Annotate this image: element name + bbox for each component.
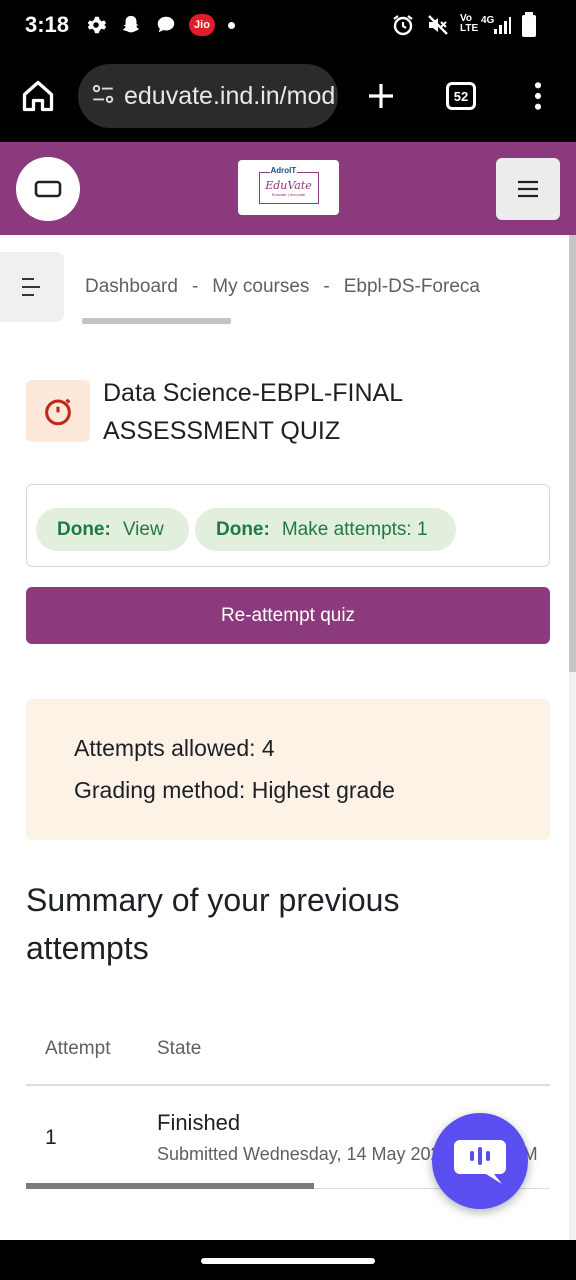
breadcrumb-separator: - — [191, 276, 199, 297]
completion-status: Done: — [216, 518, 270, 540]
browser-toolbar: eduvate.ind.in/mod 52 — [0, 52, 576, 142]
course-index-button[interactable] — [0, 252, 64, 322]
signal-icon — [488, 13, 512, 37]
battery-icon — [517, 12, 541, 37]
site-logo[interactable]: AdroIT EduVate Educate | Innovate — [238, 160, 339, 215]
gesture-handle[interactable] — [201, 1258, 375, 1264]
quiz-info-box: Attempts allowed: 4 Grading method: High… — [26, 699, 550, 840]
volte-label: Vo LTE — [460, 14, 478, 34]
attempt-state: Finished — [157, 1110, 241, 1135]
settings-icon — [84, 13, 108, 37]
chat-support-button[interactable] — [432, 1113, 528, 1209]
system-nav-bar — [0, 1240, 576, 1280]
quiz-activity-icon — [26, 380, 90, 442]
notification-dot — [228, 22, 235, 29]
completion-status: Done: — [57, 518, 111, 540]
address-bar[interactable]: eduvate.ind.in/mod — [78, 64, 338, 128]
site-header: AdroIT EduVate Educate | Innovate — [0, 142, 576, 235]
column-header-state: State — [157, 1038, 202, 1059]
volte-bottom: LTE — [460, 23, 479, 34]
logo-sub-text: Educate | Innovate — [271, 191, 306, 197]
completion-label: View — [122, 518, 164, 540]
more-menu-icon[interactable] — [522, 78, 554, 119]
drawer-toggle-button[interactable] — [16, 157, 80, 221]
stopwatch-icon — [45, 398, 71, 426]
page-scrollbar-thumb[interactable] — [569, 235, 576, 672]
alarm-icon — [391, 13, 415, 37]
url-text: eduvate.ind.in/mod — [124, 81, 336, 110]
breadcrumb-my-courses[interactable]: My courses — [212, 276, 309, 297]
attempts-table-header: Attempt State — [26, 1038, 550, 1086]
breadcrumb-course[interactable]: Ebpl-DS-Foreca — [344, 276, 480, 297]
new-tab-icon[interactable] — [365, 80, 397, 117]
drawer-icon — [34, 180, 62, 198]
hamburger-icon — [518, 180, 538, 198]
status-bar: 3:18 Jio Vo LTE 4G — [0, 0, 576, 52]
course-index-icon — [22, 278, 40, 296]
activity-completion-box: Done: View Done: Make attempts: 1 — [26, 484, 550, 567]
snapchat-icon — [119, 13, 143, 37]
chat-icon — [454, 1140, 506, 1184]
reattempt-quiz-button[interactable]: Re-attempt quiz — [26, 587, 550, 644]
column-header-attempt: Attempt — [45, 1038, 111, 1059]
breadcrumb-dashboard[interactable]: Dashboard — [85, 276, 178, 297]
home-icon[interactable] — [20, 78, 56, 119]
breadcrumb-separator: - — [323, 276, 330, 297]
logo-top-text: AdroIT — [269, 165, 298, 175]
jio-badge: Jio — [189, 14, 215, 36]
completion-label: Make attempts: 1 — [281, 518, 428, 540]
summary-heading: Summary of your previous attempts — [26, 882, 400, 966]
grading-method: Grading method: Highest grade — [74, 777, 395, 803]
table-scrollbar[interactable] — [26, 1183, 314, 1189]
mute-icon — [426, 13, 450, 37]
completion-badge-attempts: Done: Make attempts: 1 — [195, 508, 456, 551]
attempt-number: 1 — [45, 1126, 57, 1149]
breadcrumb-scrollbar[interactable] — [82, 318, 231, 324]
site-settings-icon[interactable] — [90, 81, 116, 112]
main-menu-button[interactable] — [496, 158, 560, 220]
logo-frame: AdroIT EduVate Educate | Innovate — [258, 165, 319, 204]
breadcrumb: Dashboard - My courses - Ebpl-DS-Foreca — [85, 276, 569, 298]
logo-main-text: EduVate — [265, 178, 312, 192]
completion-badge-view: Done: View — [36, 508, 189, 551]
attempts-allowed: Attempts allowed: 4 — [74, 735, 275, 761]
tab-switcher-button[interactable]: 52 — [446, 82, 476, 110]
page-title: Data Science-EBPL-FINAL ASSESSMENT QUIZ — [103, 379, 403, 445]
status-time: 3:18 — [25, 12, 70, 37]
chat-bubble-icon — [154, 13, 178, 37]
